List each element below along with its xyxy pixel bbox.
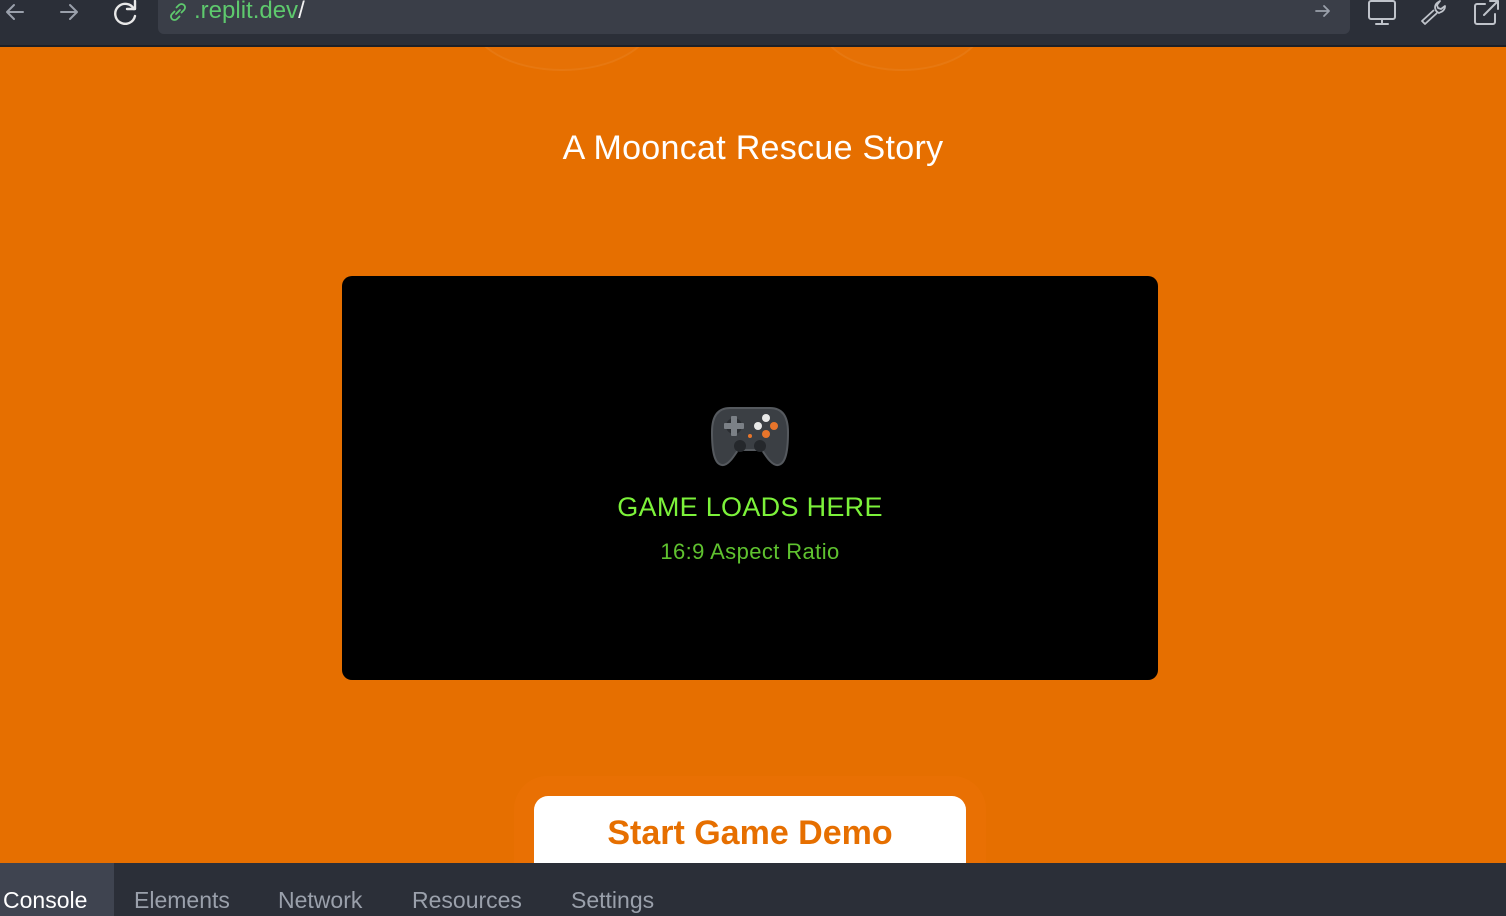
forward-button[interactable] <box>54 0 84 24</box>
page-title: A Mooncat Rescue Story <box>562 129 944 167</box>
monitor-icon <box>1368 0 1396 25</box>
tab-elements[interactable]: Elements <box>134 887 230 914</box>
back-button[interactable] <box>0 0 30 24</box>
link-icon <box>166 0 190 29</box>
arrow-left-icon <box>6 4 24 20</box>
go-icon[interactable] <box>1312 0 1334 27</box>
decorative-circle <box>470 47 654 71</box>
start-game-demo-button[interactable]: Start Game Demo <box>534 796 966 863</box>
device-preview-button[interactable] <box>1366 0 1398 26</box>
url-path: / <box>298 0 305 24</box>
aspect-ratio-label: 16:9 Aspect Ratio <box>660 539 840 564</box>
tab-network[interactable]: Network <box>278 887 362 914</box>
reload-button[interactable] <box>110 0 140 25</box>
game-controller-icon <box>710 402 790 473</box>
open-new-tab-button[interactable] <box>1470 0 1502 26</box>
url-bar[interactable]: .replit.dev/ <box>158 0 1350 34</box>
reload-icon <box>114 0 137 25</box>
tab-settings[interactable]: Settings <box>571 887 654 914</box>
game-placeholder-label: GAME LOADS HERE <box>617 492 883 522</box>
devtools-panel: Console Elements Network Resources Setti… <box>0 863 1506 916</box>
wrench-icon <box>1421 0 1446 25</box>
tab-console[interactable]: Console <box>3 887 87 914</box>
tab-resources[interactable]: Resources <box>412 887 522 914</box>
url-text: .replit.dev/ <box>194 0 305 25</box>
decorative-circle <box>820 47 984 71</box>
external-link-icon <box>1474 0 1499 25</box>
devtools-button[interactable] <box>1418 0 1450 26</box>
game-container[interactable]: GAME LOADS HERE 16:9 Aspect Ratio <box>342 276 1158 680</box>
page-content: A Mooncat Rescue Story GAME LOADS HERE 1… <box>0 47 1506 863</box>
arrow-right-icon <box>60 4 78 20</box>
browser-toolbar: .replit.dev/ <box>0 0 1506 47</box>
url-domain: .replit.dev <box>194 0 299 24</box>
